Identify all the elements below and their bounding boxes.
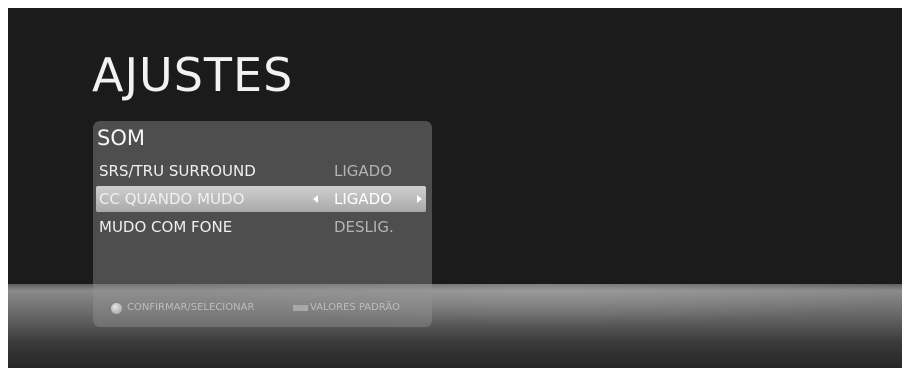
panel-title: SOM <box>97 126 145 150</box>
rect-button-icon <box>293 305 308 311</box>
default-values-hint: VALORES PADRÃO <box>310 302 400 313</box>
menu-item-label: MUDO COM FONE <box>99 218 233 236</box>
menu-item-value: DESLIG. <box>334 218 394 236</box>
page-title: AJUSTES <box>92 48 294 102</box>
confirm-select-hint: CONFIRMAR/SELECIONAR <box>127 302 255 313</box>
menu-item-label: CC QUANDO MUDO <box>99 190 245 208</box>
menu-item-srs-tru-surround[interactable]: SRS/TRU SURROUND LIGADO <box>96 158 426 184</box>
arrow-right-icon[interactable] <box>417 195 422 203</box>
menu-item-value: LIGADO <box>334 162 393 180</box>
menu-item-mudo-com-fone[interactable]: MUDO COM FONE DESLIG. <box>96 214 426 240</box>
menu-item-value: LIGADO <box>334 190 393 208</box>
menu-item-label: SRS/TRU SURROUND <box>99 162 256 180</box>
arrow-left-icon[interactable] <box>313 195 318 203</box>
menu-item-cc-quando-mudo[interactable]: CC QUANDO MUDO LIGADO <box>96 186 426 212</box>
sound-settings-panel: SOM SRS/TRU SURROUND LIGADO CC QUANDO MU… <box>93 121 432 327</box>
tv-screen: AJUSTES SOM SRS/TRU SURROUND LIGADO CC Q… <box>8 8 902 368</box>
circle-button-icon <box>111 303 122 314</box>
